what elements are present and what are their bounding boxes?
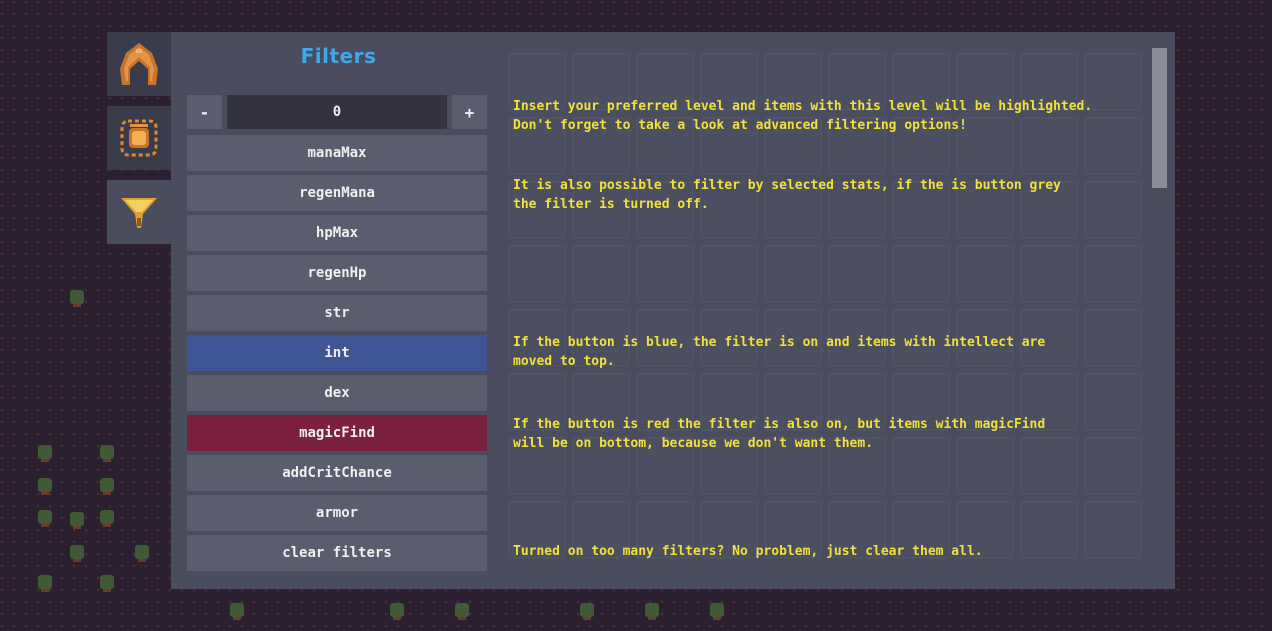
filter-button-armor[interactable]: armor bbox=[187, 495, 487, 531]
background-tree bbox=[580, 603, 594, 617]
level-decrement-button[interactable]: - bbox=[187, 95, 222, 129]
inventory-slot bbox=[892, 245, 950, 303]
background-tree bbox=[100, 445, 114, 459]
helmet-icon bbox=[120, 43, 158, 85]
tab-equipment[interactable] bbox=[107, 32, 171, 96]
level-increment-button[interactable]: + bbox=[452, 95, 487, 129]
background-tree bbox=[38, 575, 52, 589]
background-tree bbox=[645, 603, 659, 617]
filter-button-regenhp[interactable]: regenHp bbox=[187, 255, 487, 291]
inventory-slot bbox=[1084, 245, 1142, 303]
tab-accessories[interactable] bbox=[107, 106, 171, 170]
background-tree bbox=[38, 445, 52, 459]
help-text-red: If the button is red the filter is also … bbox=[513, 417, 1046, 451]
filter-funnel-icon bbox=[121, 198, 157, 228]
filter-button-addcritchance[interactable]: addCritChance bbox=[187, 455, 487, 491]
help-text-blue: If the button is blue, the filter is on … bbox=[513, 335, 1046, 369]
inventory-slot bbox=[572, 245, 630, 303]
tab-filters[interactable] bbox=[107, 180, 171, 244]
inventory-slot bbox=[828, 245, 886, 303]
filter-button-regenmana[interactable]: regenMana bbox=[187, 175, 487, 211]
background-tree bbox=[70, 512, 84, 526]
background-tree bbox=[710, 603, 724, 617]
background-tree bbox=[38, 510, 52, 524]
filter-button-dex[interactable]: dex bbox=[187, 375, 487, 411]
help-text-clear: Turned on too many filters? No problem, … bbox=[513, 544, 983, 559]
scrollbar-thumb[interactable] bbox=[1152, 48, 1167, 188]
amulet-icon bbox=[120, 119, 158, 157]
inventory-slot bbox=[700, 245, 758, 303]
inventory-slot bbox=[1020, 245, 1078, 303]
inventory-slot bbox=[508, 245, 566, 303]
filter-button-int[interactable]: int bbox=[187, 335, 487, 371]
level-input[interactable]: 0 bbox=[227, 95, 447, 129]
background-tree bbox=[100, 510, 114, 524]
help-text-stats: It is also possible to filter by selecte… bbox=[513, 178, 1061, 212]
background-tree bbox=[100, 478, 114, 492]
background-tree bbox=[135, 545, 149, 559]
background-tree bbox=[455, 603, 469, 617]
clear-filters-button[interactable]: clear filters bbox=[187, 535, 487, 571]
background-tree bbox=[100, 575, 114, 589]
filter-button-manamax[interactable]: manaMax bbox=[187, 135, 487, 171]
panel-title: Filters bbox=[300, 44, 377, 68]
inventory-slot bbox=[636, 245, 694, 303]
background-tree bbox=[70, 545, 84, 559]
background-tree bbox=[390, 603, 404, 617]
filter-button-hpmax[interactable]: hpMax bbox=[187, 215, 487, 251]
filter-button-str[interactable]: str bbox=[187, 295, 487, 331]
inventory-slot bbox=[956, 245, 1014, 303]
help-text-level: Insert your preferred level and items wi… bbox=[513, 99, 1093, 133]
background-tree bbox=[38, 478, 52, 492]
background-tree bbox=[70, 290, 84, 304]
inventory-slot bbox=[764, 245, 822, 303]
background-tree bbox=[230, 603, 244, 617]
filter-button-magicfind[interactable]: magicFind bbox=[187, 415, 487, 451]
